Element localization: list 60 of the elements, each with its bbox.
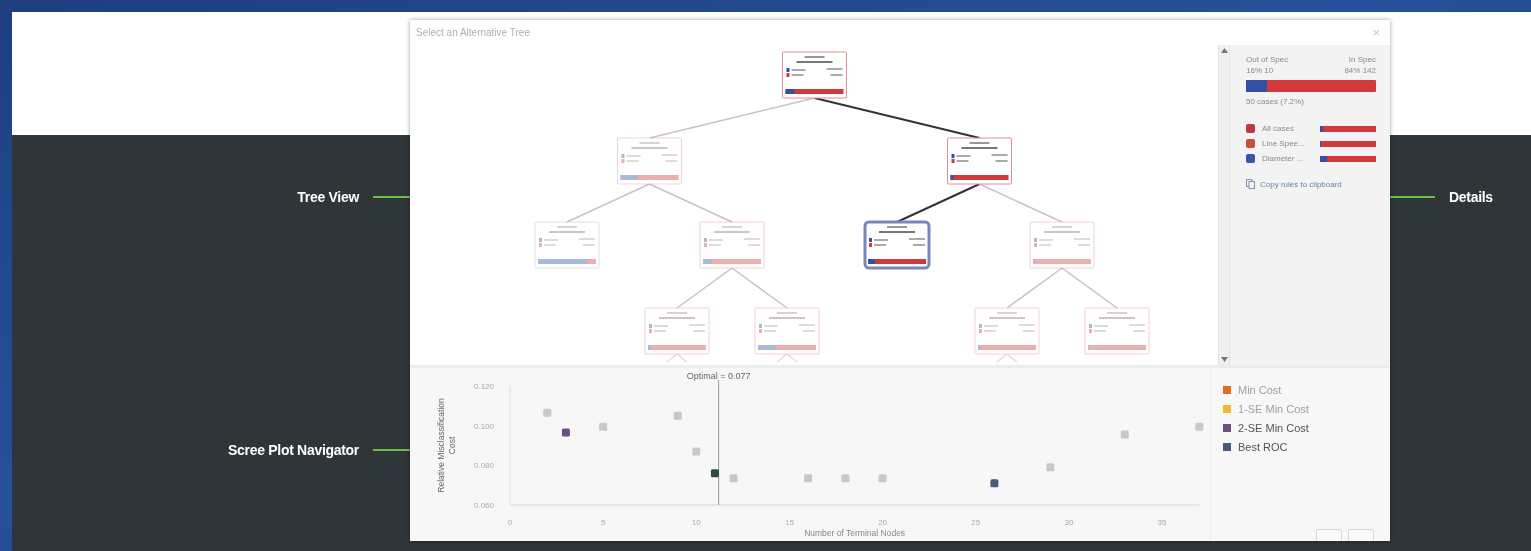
x-tick-label: 30 [1064,518,1074,527]
callout-label: Tree View [297,189,359,205]
data-point[interactable] [990,479,999,488]
x-tick-label: 5 [600,518,606,527]
data-point[interactable] [710,469,719,478]
data-point[interactable] [561,428,570,437]
tree-node[interactable] [947,137,1012,185]
x-tick-label: 35 [1157,518,1167,527]
legend-item[interactable]: 2-SE Min Cost [1223,422,1378,434]
copy-icon [1246,179,1255,189]
details-value: 16% 10 [1246,66,1274,75]
case-count: 50 cases (7.2%) [1246,97,1305,106]
scroll-down-icon[interactable] [1220,357,1228,362]
details-heading: Out of Spec [1246,55,1289,64]
tree-node[interactable] [863,220,931,270]
y-axis-label: Relative Misclassification Cost [436,398,457,493]
scroll-up-icon[interactable] [1220,48,1228,53]
callout-label: Scree Plot Navigator [228,442,359,458]
path-label[interactable]: All cases [1262,124,1314,133]
path-label[interactable]: Line Spee... [1262,139,1314,148]
tree-node[interactable] [754,307,820,363]
tree-edge [731,267,788,309]
close-button[interactable]: × [1370,25,1382,40]
y-tick-label: 0.080 [473,461,494,471]
node-bar [648,345,706,350]
tree-edge [676,267,733,309]
window-title: Select an Alternative Tree [416,27,530,38]
branch-stub [776,353,798,363]
x-axis-label: Number of Terminal Nodes [804,528,906,538]
branch-stub [666,353,688,363]
copy-rules-link[interactable]: Copy rules to clipboard [1246,179,1376,189]
legend-swatch [1223,405,1231,413]
legend-swatch [1223,424,1231,432]
tree-edge [1006,267,1063,309]
path-label[interactable]: Diameter ... [1262,154,1314,163]
callout-label: Details [1449,189,1493,205]
details-value: 84% 142 [1344,66,1376,75]
legend-swatch [1223,443,1231,451]
x-tick-label: 0 [507,518,513,527]
y-tick-label: 0.100 [473,421,494,431]
legend-swatch [1223,386,1231,394]
tree-edge [1061,267,1118,309]
scrollbar[interactable] [1218,45,1230,365]
tree-node[interactable] [644,307,710,363]
node-bar [1033,259,1091,264]
annotation-label: Optimal = 0.077 [686,371,751,382]
node-bar [950,175,1009,180]
y-tick-label: 0.120 [473,382,494,391]
x-tick-label: 15 [785,518,794,527]
branch-stub [996,353,1018,363]
legend-item[interactable]: Best ROC [1223,441,1378,453]
node-bar [978,345,1036,350]
x-tick-label: 10 [691,518,701,527]
tree-node[interactable] [782,51,847,99]
node-bar [1088,345,1146,350]
y-tick-label: 0.060 [473,501,494,510]
x-tick-label: 25 [971,518,981,527]
details-heading: In Spec [1348,55,1376,64]
x-tick-label: 20 [878,518,888,527]
tree-node[interactable] [974,307,1040,363]
